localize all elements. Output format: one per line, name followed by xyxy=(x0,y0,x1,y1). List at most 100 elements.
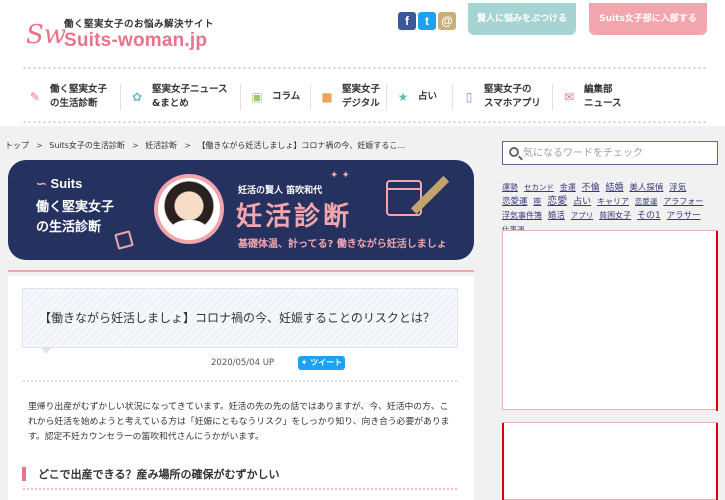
site-tagline: 働く堅実女子のお悩み解決サイト xyxy=(64,19,215,30)
nav-item-column[interactable]: ▣ コラム xyxy=(250,78,300,116)
site-header: Sw 働く堅実女子のお悩み解決サイト Suits-woman.jp f t @ … xyxy=(0,0,725,66)
site-logo[interactable]: Suits-woman.jp xyxy=(64,30,207,52)
twitter-icon[interactable]: t xyxy=(418,12,436,30)
tag-link[interactable]: 貧困女子 xyxy=(599,211,631,220)
title-notch xyxy=(40,347,52,354)
tag-link[interactable]: アラサー xyxy=(667,211,701,221)
ad-border xyxy=(716,423,718,500)
facebook-icon[interactable]: f xyxy=(398,12,416,30)
nav-label: 編集部 ニュース xyxy=(584,84,622,109)
nav-divider xyxy=(240,84,241,110)
banner-title: 妊活診断 xyxy=(236,202,353,232)
banner-divider xyxy=(8,270,474,272)
tag-link[interactable]: 恋愛運 xyxy=(502,197,528,207)
breadcrumb-separator: > xyxy=(184,141,191,150)
article-heading: どこで出産できる？産み場所の確保がむずかしい xyxy=(22,464,458,490)
nav-divider-bottom xyxy=(22,120,707,124)
breadcrumb-current: 【働きながら妊活しましょ】コロナ禍の今、妊娠するこ... xyxy=(197,141,406,150)
star-icon: ★ xyxy=(397,90,409,104)
tag-link[interactable]: キャリア xyxy=(597,197,629,206)
header-divider xyxy=(22,66,707,70)
banner-brand: ∽ Suits xyxy=(36,176,82,192)
sidebar-ad-slot[interactable] xyxy=(502,422,718,500)
article-card: 【働きながら妊活しましょ】コロナ禍の今、妊娠することのリスクとは？ 2020/0… xyxy=(8,276,474,500)
banner-subtitle-1: 働く堅実女子 xyxy=(36,200,115,215)
ad-border xyxy=(502,423,504,500)
nav-divider xyxy=(386,84,387,110)
tag-link[interactable]: 恋愛 xyxy=(547,196,567,207)
chat-icon: ✉ xyxy=(563,90,575,104)
search-input[interactable] xyxy=(523,145,713,161)
tweet-label: ツイート xyxy=(310,358,343,367)
nav-label: コラム xyxy=(272,91,301,102)
notepad-icon xyxy=(114,230,134,250)
nav-item-fortune[interactable]: ★ 占い xyxy=(396,78,437,116)
leaf-icon: ✿ xyxy=(131,90,143,104)
tag-link[interactable]: セカンド xyxy=(524,183,554,192)
breadcrumb: トップ > Suits女子の生活診断 > 妊活診断 > 【働きながら妊活しましょ】コロ… xyxy=(5,140,408,151)
tag-link[interactable]: 美人探偵 xyxy=(629,183,663,193)
series-banner[interactable]: ∽ Suits 働く堅実女子 の生活診断 ✦ ✦ 妊活の賢人 笛吹和代 妊活診断… xyxy=(8,160,474,260)
nav-item-digital[interactable]: ■ 堅実女子 デジタル xyxy=(320,78,380,116)
tweet-button[interactable]: ✦ ツイート xyxy=(298,356,345,370)
nav-label: 堅実女子の スマホアプリ xyxy=(484,84,541,109)
doctor-photo xyxy=(158,178,220,240)
nav-item-news[interactable]: ✿ 堅実女子ニュース &まとめ xyxy=(130,78,228,116)
clipboard-icon: ✎ xyxy=(29,90,41,104)
twitter-icon: ✦ xyxy=(300,358,308,367)
breadcrumb-separator: > xyxy=(131,141,139,150)
tag-link[interactable]: 浮気事件簿 xyxy=(502,211,542,220)
logo-mark-icon[interactable]: Sw xyxy=(26,20,66,50)
nav-divider xyxy=(452,84,453,110)
join-club-button[interactable]: Suits女子部に入部する xyxy=(589,3,707,35)
tag-link[interactable]: 婚活 xyxy=(548,211,565,221)
tag-link[interactable]: 不倫 xyxy=(582,183,600,193)
book-icon: ▣ xyxy=(251,90,263,104)
heading-underline xyxy=(22,488,458,490)
nav-item-editorial[interactable]: ✉ 編集部 ニュース xyxy=(562,78,622,116)
nav-label: 占い xyxy=(418,91,438,102)
breadcrumb-top[interactable]: トップ xyxy=(5,141,29,150)
nav-label: 働く堅実女子 の生活診断 xyxy=(50,84,108,109)
banner-brand-text: Suits xyxy=(50,176,83,191)
nav-item-life-diagnosis[interactable]: ✎ 働く堅実女子 の生活診断 xyxy=(28,78,107,116)
search-icon[interactable] xyxy=(509,147,519,157)
doctor-avatar xyxy=(154,174,224,244)
heading-bar xyxy=(22,467,26,481)
article-lead: 里帰り出産がむずかしい状況になってきています。妊活の先の先の話ではありますが、今… xyxy=(28,402,450,442)
article-title-box: 【働きながら妊活しましょ】コロナ禍の今、妊娠することのリスクとは？ xyxy=(22,288,458,348)
tag-link[interactable]: アラフォー xyxy=(663,197,703,206)
banner-doctor-name: 妊活の賢人 笛吹和代 xyxy=(238,186,323,196)
tag-link[interactable]: 結婚 xyxy=(606,183,624,193)
nav-item-app[interactable]: ▯ 堅実女子の スマホアプリ xyxy=(462,78,541,116)
heading-text: どこで出産できる？産み場所の確保がむずかしい xyxy=(38,468,280,481)
breadcrumb-life-diagnosis[interactable]: Suits女子の生活診断 xyxy=(49,141,125,150)
tag-link[interactable]: 座 xyxy=(533,197,541,206)
article-date: 2020/05/04 UP xyxy=(211,358,275,368)
tag-link[interactable]: 浮気 xyxy=(669,183,686,193)
smartphone-icon: ▯ xyxy=(465,90,473,104)
consult-sage-button[interactable]: 賢人に悩みをぶつける xyxy=(468,3,576,35)
instagram-icon[interactable]: @ xyxy=(438,12,456,30)
nav-label: 堅実女子ニュース &まとめ xyxy=(152,84,228,109)
tag-cloud: 運勢 セカンド 金運 不倫 結婚 美人探偵 浮気 恋愛運 座 恋愛 占い キャリ… xyxy=(502,181,718,237)
tag-link[interactable]: 運勢 xyxy=(502,183,518,192)
global-nav: ✎ 働く堅実女子 の生活診断 ✿ 堅実女子ニュース &まとめ ▣ コラム ■ 堅… xyxy=(22,78,707,116)
tag-link[interactable]: 恋愛運 xyxy=(635,197,658,206)
nav-divider xyxy=(120,84,121,110)
search-box xyxy=(502,141,718,165)
nav-label: 堅実女子 デジタル xyxy=(342,84,381,109)
nav-divider xyxy=(552,84,553,110)
sidebar-ad-slot[interactable] xyxy=(502,230,718,411)
article-divider xyxy=(22,380,458,382)
article-title: 【働きながら妊活しましょ】コロナ禍の今、妊娠することのリスクとは？ xyxy=(39,311,435,325)
tag-link[interactable]: 金運 xyxy=(560,183,576,192)
tag-link[interactable]: アプリ xyxy=(571,211,594,220)
breadcrumb-ninkatsu[interactable]: 妊活診断 xyxy=(145,141,177,150)
tag-link[interactable]: その1 xyxy=(637,211,661,221)
tag-link[interactable]: 占い xyxy=(573,197,591,207)
breadcrumb-separator: > xyxy=(36,141,43,150)
logo-mark-icon: ∽ xyxy=(36,176,47,191)
bag-icon: ■ xyxy=(321,90,333,104)
sparkle-icon: ✦ ✦ xyxy=(330,170,350,181)
